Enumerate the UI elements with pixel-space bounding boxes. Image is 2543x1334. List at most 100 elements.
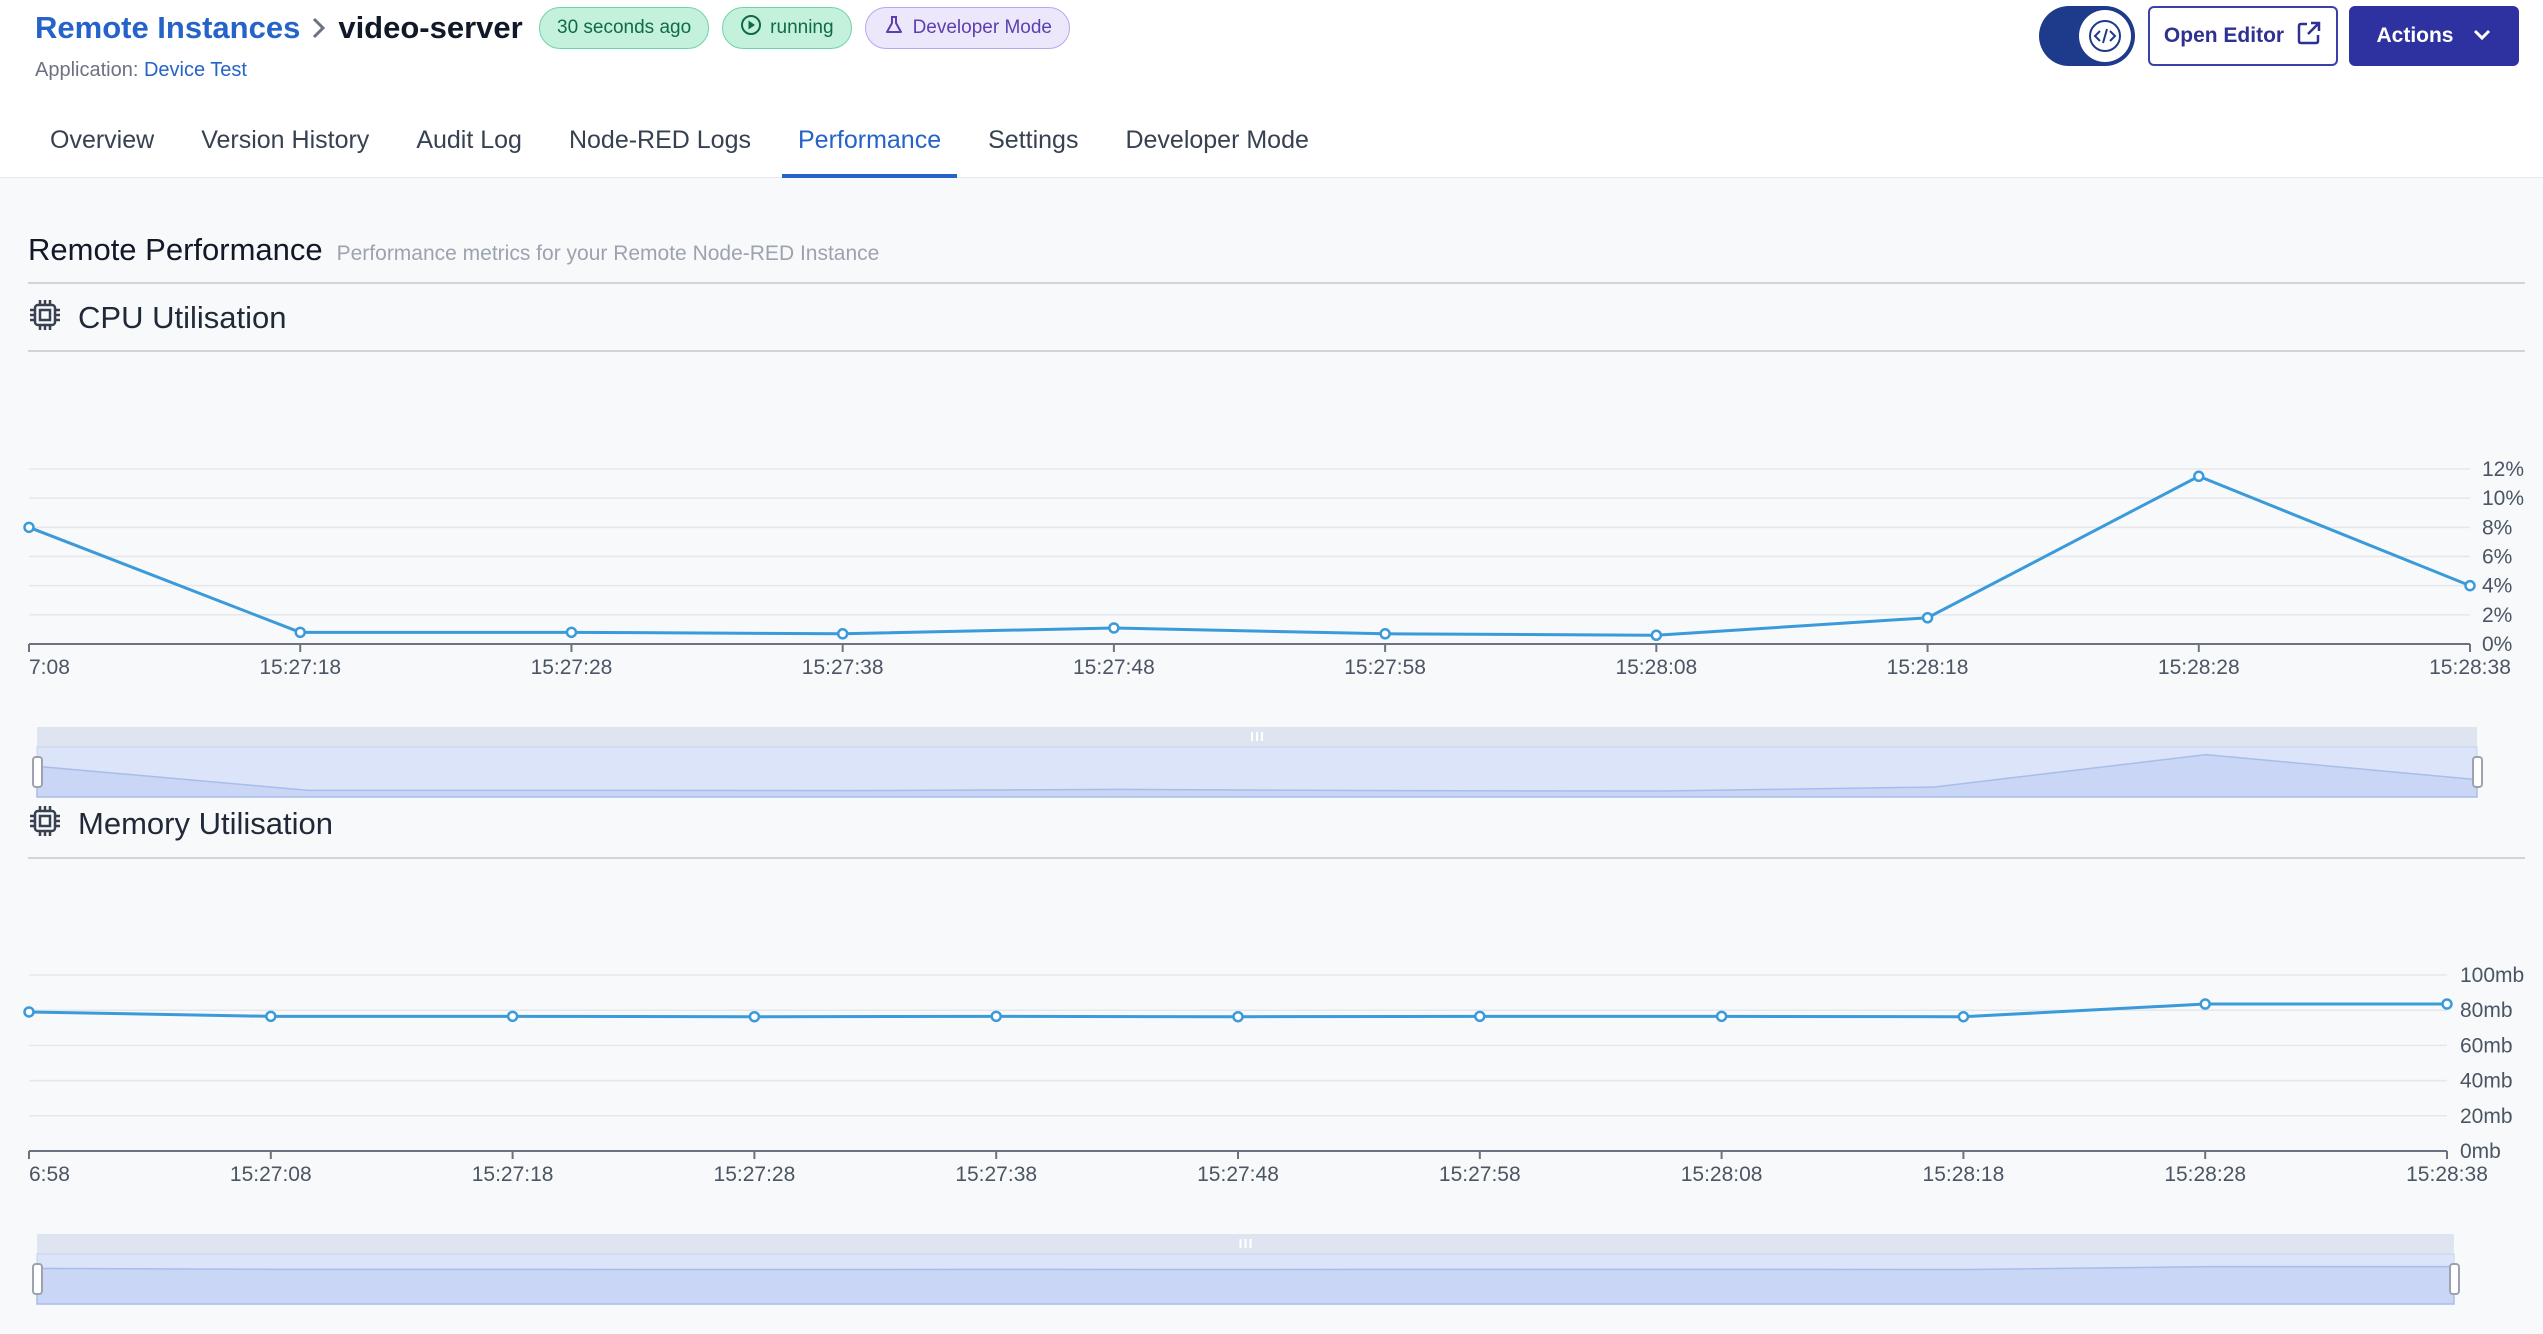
y-tick-label: 40mb (2460, 1070, 2513, 1093)
data-point (1921, 612, 1934, 624)
application-label: Application: (35, 59, 139, 81)
tab-audit-log[interactable]: Audit Log (400, 118, 538, 178)
x-tick-label: 15:28:08 (1681, 1163, 1763, 1186)
tab-developer-mode[interactable]: Developer Mode (1109, 118, 1324, 178)
y-tick-label: 100mb (2460, 964, 2524, 987)
y-tick-label: 4% (2482, 575, 2512, 598)
data-point (1108, 622, 1120, 634)
x-tick-label: 15:27:08 (230, 1163, 312, 1186)
slider-right-handle (2472, 756, 2483, 788)
x-tick-label: 15:27:48 (1197, 1163, 1279, 1186)
x-tick-label: 15:28:28 (2164, 1163, 2246, 1186)
divider (28, 350, 2525, 352)
data-point (1474, 1010, 1486, 1023)
x-tick-label: 15:28:28 (2158, 656, 2240, 679)
tab-overview[interactable]: Overview (34, 118, 170, 178)
x-tick-label: 15:28:38 (2429, 656, 2511, 679)
x-tick-label: 15:27:58 (1439, 1163, 1521, 1186)
application-link[interactable]: Device Test (144, 59, 247, 81)
page-header: Remote Instances video-server 30 seconds… (0, 0, 2543, 178)
beaker-icon (883, 14, 905, 42)
tab-settings[interactable]: Settings (972, 118, 1094, 178)
x-tick-label: 15:28:38 (2406, 1163, 2488, 1186)
breadcrumb: Remote Instances video-server (35, 10, 523, 46)
tab-performance[interactable]: Performance (781, 118, 958, 178)
y-tick-label: 0mb (2460, 1140, 2501, 1163)
tab-version-history[interactable]: Version History (185, 118, 385, 178)
data-point (506, 1010, 519, 1023)
x-tick-label: 15:28:08 (1615, 656, 1697, 679)
chip-icon (28, 804, 62, 843)
actions-label: Actions (2376, 24, 2454, 47)
tab-node-red-logs[interactable]: Node-RED Logs (553, 118, 767, 178)
data-point (1379, 628, 1391, 640)
y-tick-label: 2% (2482, 604, 2512, 627)
slider-left-handle (32, 756, 43, 788)
data-point (294, 626, 306, 639)
data-point (836, 628, 849, 640)
developer-mode-text: Developer Mode (912, 17, 1052, 38)
x-tick-label: 15:27:58 (1344, 656, 1426, 679)
slider-right-handle (2449, 1263, 2460, 1295)
developer-mode-toggle[interactable] (2039, 6, 2135, 66)
tab-bar: Overview Version History Audit Log Node-… (34, 118, 1340, 178)
application-line: Application: Device Test (35, 59, 247, 82)
last-seen-text: 30 seconds ago (557, 17, 692, 38)
x-tick-label: 15:27:18 (259, 656, 341, 679)
chip-icon (28, 298, 62, 337)
section-header: Remote Performance Performance metrics f… (28, 232, 879, 268)
chevron-down-icon (2472, 24, 2492, 48)
play-circle-icon (740, 14, 762, 42)
actions-button[interactable]: Actions (2349, 6, 2519, 66)
data-point (748, 1010, 761, 1023)
memory-chart-heading: Memory Utilisation (28, 804, 333, 843)
y-tick-label: 12% (2482, 458, 2524, 481)
data-point (1232, 1010, 1244, 1023)
section-subtitle: Performance metrics for your Remote Node… (336, 242, 880, 265)
x-tick-label: 15:27:38 (955, 1163, 1037, 1186)
x-tick-label: 15:27:38 (802, 656, 884, 679)
data-point (265, 1010, 277, 1023)
y-tick-label: 6% (2482, 546, 2512, 569)
status-badge: running (722, 7, 852, 49)
cpu-chart: 0% 2% 4% 6% 8% 10% 12% 7:08 15:27:18 15:27:28 15:2… (23, 458, 2524, 798)
x-tick-label: 15:27:28 (714, 1163, 796, 1186)
divider (28, 282, 2525, 284)
chevron-right-icon (306, 13, 332, 43)
developer-mode-badge: Developer Mode (864, 7, 1070, 49)
memory-chart-title: Memory Utilisation (78, 805, 333, 841)
data-point (1957, 1010, 1970, 1023)
cpu-chart-heading: CPU Utilisation (28, 298, 286, 337)
data-point (1715, 1010, 1728, 1023)
status-badges: 30 seconds ago running Developer Mode (539, 7, 1070, 49)
x-tick-label: 15:27:48 (1073, 656, 1155, 679)
data-point (2193, 470, 2205, 483)
data-point (2441, 998, 2453, 1010)
slider-preview-area (36, 1265, 2455, 1305)
data-point (2199, 998, 2211, 1010)
open-editor-button[interactable]: Open Editor (2148, 6, 2338, 66)
data-point (2464, 579, 2476, 592)
x-tick-label: 6:58 (29, 1163, 70, 1186)
y-tick-label: 10% (2482, 487, 2524, 510)
y-tick-label: 8% (2482, 516, 2512, 539)
data-point (23, 521, 35, 534)
x-tick-label: 7:08 (29, 656, 70, 679)
external-link-icon (2296, 20, 2322, 52)
section-title: Remote Performance (28, 232, 323, 267)
memory-chart: 0mb 20mb 40mb 60mb 80mb 100mb 6:58 15:27:08 15:2… (23, 964, 2524, 1305)
slider-left-handle (32, 1263, 43, 1295)
divider (28, 857, 2525, 859)
x-tick-label: 15:27:28 (531, 656, 613, 679)
y-tick-label: 20mb (2460, 1105, 2513, 1128)
breadcrumb-remote-instances[interactable]: Remote Instances (35, 10, 300, 46)
code-icon (2079, 10, 2131, 62)
status-text: running (770, 17, 834, 38)
last-seen-badge: 30 seconds ago (539, 7, 710, 49)
x-tick-label: 15:28:18 (1887, 656, 1969, 679)
data-point (990, 1010, 1002, 1023)
data-point (1650, 629, 1663, 641)
y-tick-label: 0% (2482, 633, 2512, 656)
cpu-chart-title: CPU Utilisation (78, 299, 287, 335)
page-title: video-server (338, 10, 523, 45)
